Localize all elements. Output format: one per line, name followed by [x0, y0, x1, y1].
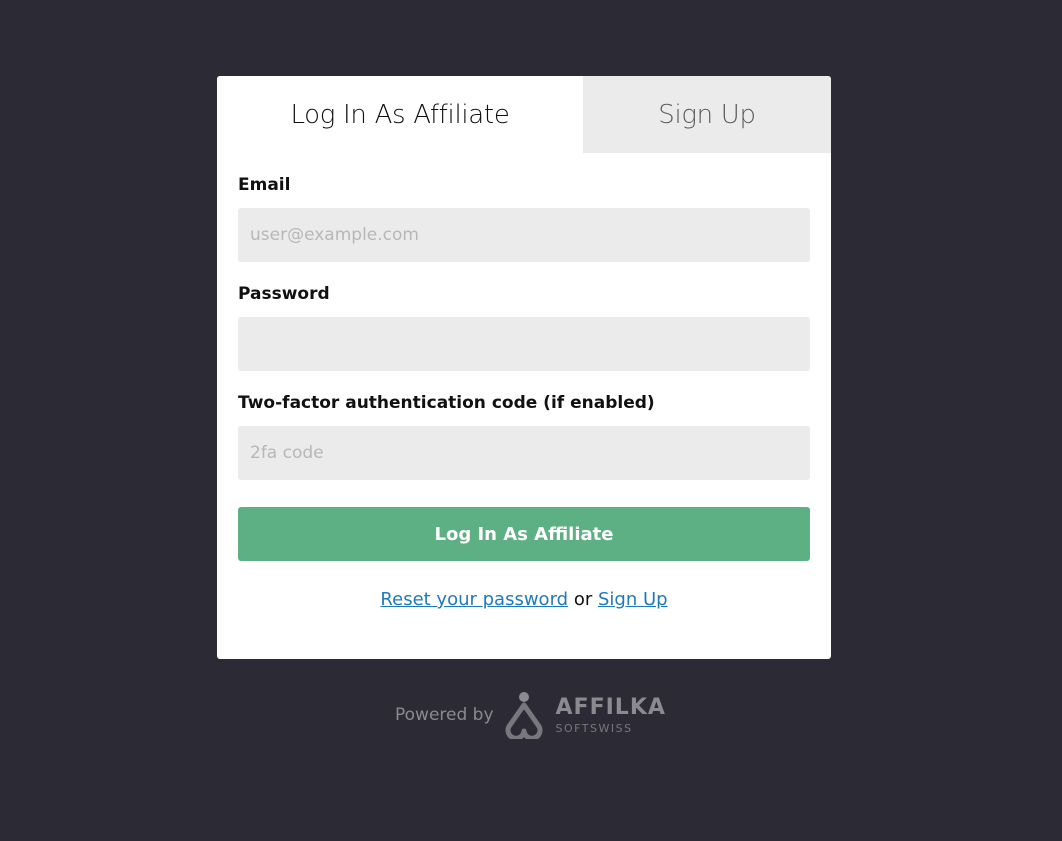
password-field[interactable] [238, 317, 810, 371]
login-card: Log In As Affiliate Sign Up Email Passwo… [217, 76, 831, 659]
password-label: Password [238, 284, 330, 304]
affilka-wordmark: AFFILKA SOFTSWISS [555, 694, 666, 735]
brand-sub: SOFTSWISS [555, 721, 633, 735]
login-button[interactable]: Log In As Affiliate [238, 507, 810, 561]
auth-tabs: Log In As Affiliate Sign Up [217, 76, 831, 153]
affilka-logo-icon [505, 692, 542, 739]
tab-login[interactable]: Log In As Affiliate [217, 76, 583, 153]
brand-name: AFFILKA [555, 694, 666, 720]
twofa-label: Two-factor authentication code (if enabl… [238, 393, 655, 413]
auth-links: Reset your password or Sign Up [238, 589, 810, 610]
twofa-field[interactable] [238, 426, 810, 480]
powered-by-text: Powered by [395, 705, 494, 725]
email-label: Email [238, 175, 291, 195]
links-separator: or [573, 589, 593, 610]
signup-link[interactable]: Sign Up [598, 589, 668, 610]
email-field[interactable] [238, 208, 810, 262]
powered-by: Powered by AFFILKA SOFTSWISS [395, 690, 666, 740]
reset-password-link[interactable]: Reset your password [380, 589, 568, 610]
tab-signup[interactable]: Sign Up [583, 76, 831, 153]
login-form: Email Password Two-factor authentication… [217, 175, 831, 610]
